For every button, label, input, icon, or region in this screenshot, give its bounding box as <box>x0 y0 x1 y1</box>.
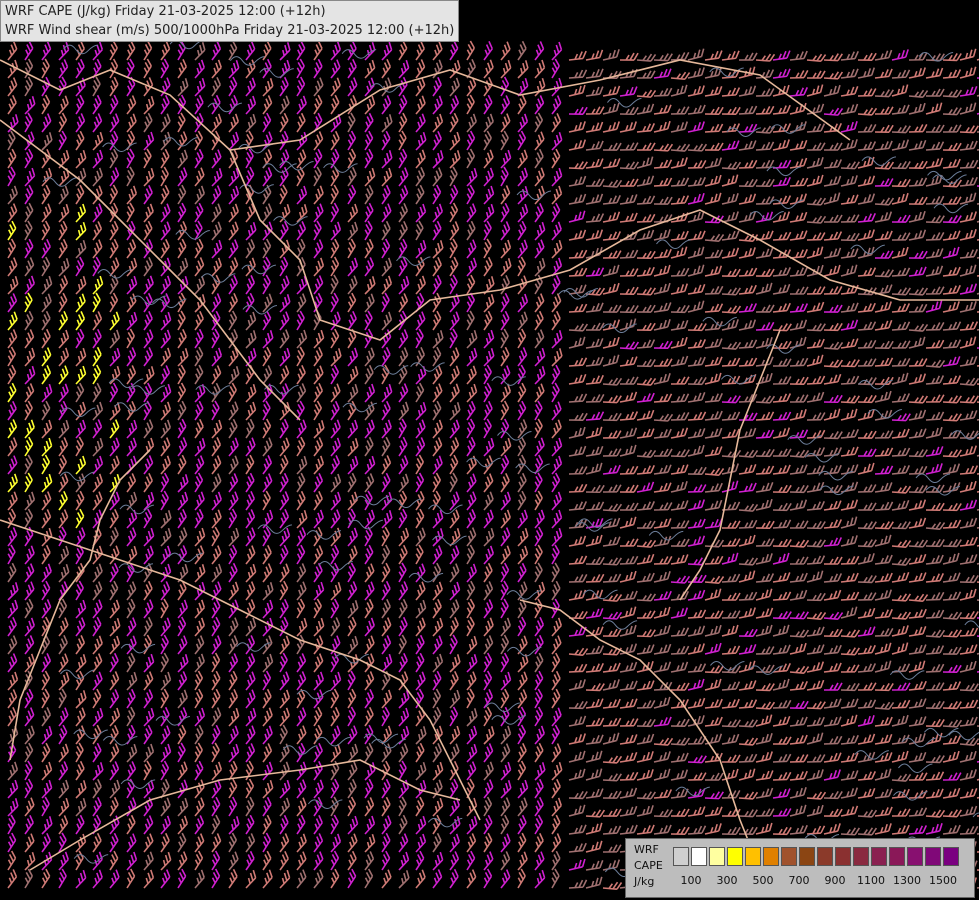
wind-shear-title: WRF Wind shear (m/s) 500/1000hPa Friday … <box>5 23 455 38</box>
legend-swatch <box>907 847 923 866</box>
legend-tick-label: 300 <box>716 874 738 887</box>
legend-unit-label: J/kg <box>634 875 655 888</box>
legend-swatch <box>835 847 851 866</box>
legend-tick-label: 100 <box>680 874 702 887</box>
legend-swatch <box>673 847 689 866</box>
legend-swatch <box>727 847 743 866</box>
legend-tick-label: 500 <box>752 874 774 887</box>
legend-tick-label: 1300 <box>893 874 921 887</box>
legend-model-label: WRF <box>634 843 659 856</box>
legend-swatch <box>781 847 797 866</box>
legend-swatch <box>799 847 815 866</box>
legend-swatch <box>745 847 761 866</box>
legend-swatch <box>925 847 941 866</box>
legend-swatch <box>763 847 779 866</box>
cape-title: WRF CAPE (J/kg) Friday 21-03-2025 12:00 … <box>5 4 326 19</box>
legend-tick-label: 700 <box>788 874 810 887</box>
legend-swatch <box>817 847 833 866</box>
legend-swatch <box>943 847 959 866</box>
legend-tick-label: 900 <box>824 874 846 887</box>
legend-variable-label: CAPE <box>634 859 663 872</box>
legend-swatch <box>853 847 869 866</box>
legend-swatch <box>709 847 725 866</box>
cape-legend: WRF CAPE J/kg 100 300 500 700 900 1100 1300 150… <box>625 838 975 898</box>
legend-swatch <box>889 847 905 866</box>
wind-shear-map[interactable] <box>0 0 979 900</box>
legend-swatch <box>691 847 707 866</box>
legend-tick-label: 1100 <box>857 874 885 887</box>
legend-tick-label: 1500 <box>929 874 957 887</box>
map-title-box: WRF CAPE (J/kg) Friday 21-03-2025 12:00 … <box>0 0 460 42</box>
legend-swatch <box>871 847 887 866</box>
